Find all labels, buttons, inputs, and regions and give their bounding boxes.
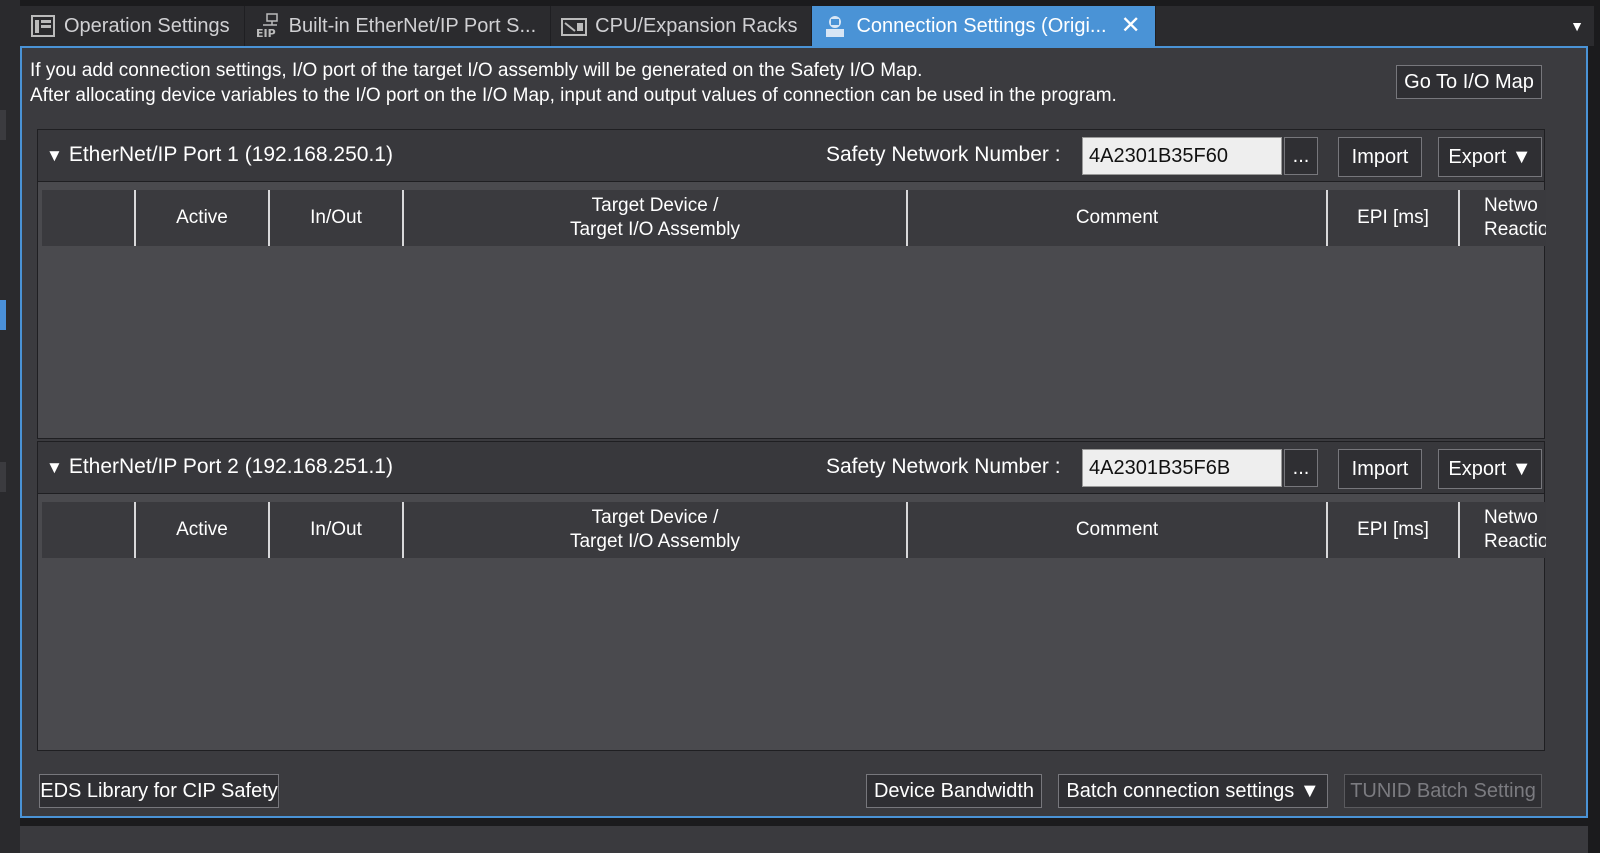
- import-button[interactable]: Import: [1338, 137, 1422, 177]
- safety-network-number-label: Safety Network Number :: [826, 143, 1061, 166]
- svg-text:EIP: EIP: [256, 27, 276, 39]
- safety-network-number-browse-button[interactable]: ...: [1284, 449, 1318, 487]
- column-header-network-reaction[interactable]: Netwo Reactio: [1458, 502, 1546, 558]
- tab-label: Operation Settings: [64, 14, 230, 37]
- tab-label: Built-in EtherNet/IP Port S...: [288, 14, 537, 37]
- port-2-column-headers: Active In/Out Target Device / Target I/O …: [42, 502, 1546, 558]
- port-1-title[interactable]: ▼ EtherNet/IP Port 1 (192.168.250.1): [46, 143, 393, 167]
- port-1-column-headers: Active In/Out Target Device / Target I/O …: [42, 190, 1546, 246]
- info-line-1: If you add connection settings, I/O port…: [30, 60, 923, 81]
- column-header-select[interactable]: [42, 190, 134, 246]
- port-2-title[interactable]: ▼ EtherNet/IP Port 2 (192.168.251.1): [46, 455, 393, 479]
- column-header-select[interactable]: [42, 502, 134, 558]
- column-header-epi[interactable]: EPI [ms]: [1326, 190, 1458, 246]
- tunid-batch-setting-button: TUNID Batch Setting: [1344, 774, 1542, 808]
- tab-label: Connection Settings (Origi...: [856, 14, 1107, 37]
- operation-settings-icon: [30, 13, 56, 39]
- safety-network-number-label: Safety Network Number :: [826, 455, 1061, 478]
- column-header-comment[interactable]: Comment: [906, 502, 1326, 558]
- left-pane-marker: [0, 110, 6, 140]
- go-to-io-map-button[interactable]: Go To I/O Map: [1396, 65, 1542, 99]
- column-header-inout[interactable]: In/Out: [268, 502, 402, 558]
- info-line-2: After allocating device variables to the…: [30, 85, 1117, 106]
- safety-network-number-field[interactable]: 4A2301B35F6B: [1082, 449, 1282, 487]
- eip-icon: EIP: [255, 13, 281, 40]
- column-header-target[interactable]: Target Device / Target I/O Assembly: [402, 502, 906, 558]
- export-dropdown-button[interactable]: Export ▼: [1438, 137, 1542, 177]
- batch-connection-settings-button[interactable]: Batch connection settings ▼: [1058, 774, 1328, 808]
- left-pane-selection-marker: [0, 300, 6, 330]
- import-button[interactable]: Import: [1338, 449, 1422, 489]
- collapse-triangle-icon[interactable]: ▼: [46, 458, 63, 478]
- tab-label: CPU/Expansion Racks: [595, 14, 798, 37]
- tab-overflow-dropdown[interactable]: ▼: [1570, 6, 1594, 46]
- left-pane-edge: [0, 0, 20, 853]
- racks-icon: [561, 13, 588, 39]
- editor-tab-bar: Operation Settings EIP Built-in EtherNet…: [20, 6, 1594, 46]
- column-header-active[interactable]: Active: [134, 502, 268, 558]
- tab-operation-settings[interactable]: Operation Settings: [20, 6, 245, 46]
- tab-connection-settings[interactable]: Connection Settings (Origi... ✕: [812, 6, 1156, 46]
- export-dropdown-button[interactable]: Export ▼: [1438, 449, 1542, 489]
- status-strip: [20, 826, 1588, 853]
- safety-network-number-browse-button[interactable]: ...: [1284, 137, 1318, 175]
- connection-settings-panel: If you add connection settings, I/O port…: [20, 46, 1588, 818]
- column-header-comment[interactable]: Comment: [906, 190, 1326, 246]
- tab-cpu-expansion-racks[interactable]: CPU/Expansion Racks: [551, 6, 813, 46]
- port-1-section: ▼ EtherNet/IP Port 1 (192.168.250.1) Safe…: [37, 129, 1546, 439]
- collapse-triangle-icon[interactable]: ▼: [46, 146, 63, 166]
- port-2-header: ▼ EtherNet/IP Port 2 (192.168.251.1) Safe…: [38, 442, 1544, 494]
- column-header-active[interactable]: Active: [134, 190, 268, 246]
- eds-library-button[interactable]: EDS Library for CIP Safety: [39, 774, 279, 808]
- column-header-inout[interactable]: In/Out: [268, 190, 402, 246]
- safety-network-number-field[interactable]: 4A2301B35F60: [1082, 137, 1282, 175]
- port-2-section: ▼ EtherNet/IP Port 2 (192.168.251.1) Safe…: [37, 441, 1546, 751]
- column-header-target[interactable]: Target Device / Target I/O Assembly: [402, 190, 906, 246]
- left-pane-marker: [0, 462, 6, 492]
- device-bandwidth-button[interactable]: Device Bandwidth: [866, 774, 1042, 808]
- column-header-network-reaction[interactable]: Netwo Reactio: [1458, 190, 1546, 246]
- connection-icon: [822, 13, 848, 39]
- port-1-header: ▼ EtherNet/IP Port 1 (192.168.250.1) Safe…: [38, 130, 1544, 182]
- tab-builtin-ethernet-ip-port[interactable]: EIP Built-in EtherNet/IP Port S...: [245, 6, 552, 46]
- info-text: If you add connection settings, I/O port…: [30, 58, 1117, 108]
- column-header-epi[interactable]: EPI [ms]: [1326, 502, 1458, 558]
- close-icon[interactable]: ✕: [1121, 14, 1141, 38]
